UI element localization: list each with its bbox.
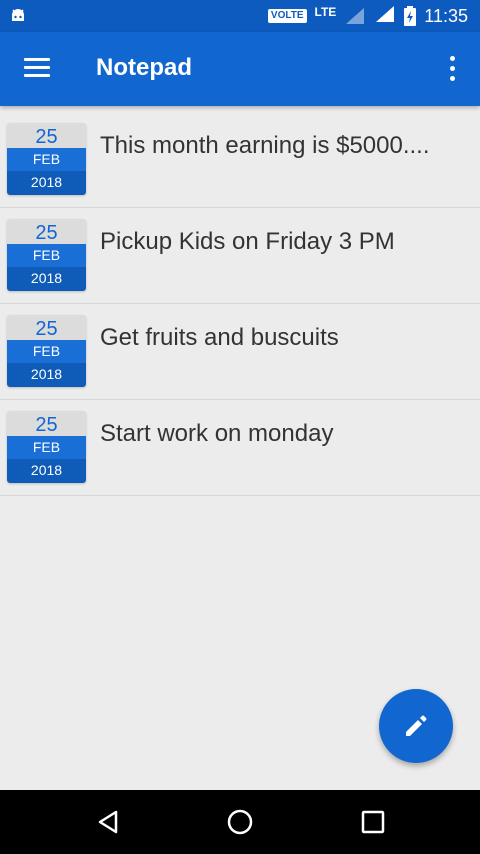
date-year: 2018 [7,171,86,195]
navigation-bar [0,790,480,854]
note-item[interactable]: 25 FEB 2018 This month earning is $5000.… [0,112,480,208]
date-badge: 25 FEB 2018 [7,123,86,195]
date-badge: 25 FEB 2018 [7,315,86,387]
lte-indicator: LTE [314,5,337,19]
battery-charging-icon [404,6,417,26]
back-icon[interactable] [94,808,122,836]
notes-list: 25 FEB 2018 This month earning is $5000.… [0,112,480,496]
edit-pencil-icon [406,715,427,736]
date-year: 2018 [7,363,86,387]
date-badge: 25 FEB 2018 [7,411,86,483]
volte-badge: VOLTE [267,9,307,23]
note-text: Get fruits and buscuits [100,324,339,351]
date-day: 25 [7,219,86,244]
more-vert-icon[interactable] [448,56,456,82]
recents-icon[interactable] [359,808,387,836]
home-icon[interactable] [226,808,254,836]
roaming-indicator: R [373,0,380,3]
note-item[interactable]: 25 FEB 2018 Start work on monday [0,400,480,496]
note-text: This month earning is $5000.... [100,132,430,159]
app-title: Notepad [96,54,192,81]
date-day: 25 [7,315,86,340]
clock: 11:35 [424,5,468,26]
date-day: 25 [7,411,86,436]
status-bar: VOLTE LTE R 11:35 [0,0,480,32]
date-month: FEB [7,148,86,171]
signal-roaming-icon [376,6,395,22]
new-note-fab[interactable] [379,689,453,763]
roaming-signal: R [373,0,396,28]
date-day: 25 [7,123,86,148]
date-badge: 25 FEB 2018 [7,219,86,291]
date-month: FEB [7,244,86,267]
date-month: FEB [7,436,86,459]
note-item[interactable]: 25 FEB 2018 Get fruits and buscuits [0,304,480,400]
hamburger-menu-icon[interactable] [24,58,50,78]
note-text: Pickup Kids on Friday 3 PM [100,228,395,255]
date-year: 2018 [7,459,86,483]
app-bar: Notepad [0,32,480,106]
date-month: FEB [7,340,86,363]
note-text: Start work on monday [100,420,334,447]
note-item[interactable]: 25 FEB 2018 Pickup Kids on Friday 3 PM [0,208,480,304]
date-year: 2018 [7,267,86,291]
signal-icon [346,8,365,24]
android-icon [12,9,24,21]
